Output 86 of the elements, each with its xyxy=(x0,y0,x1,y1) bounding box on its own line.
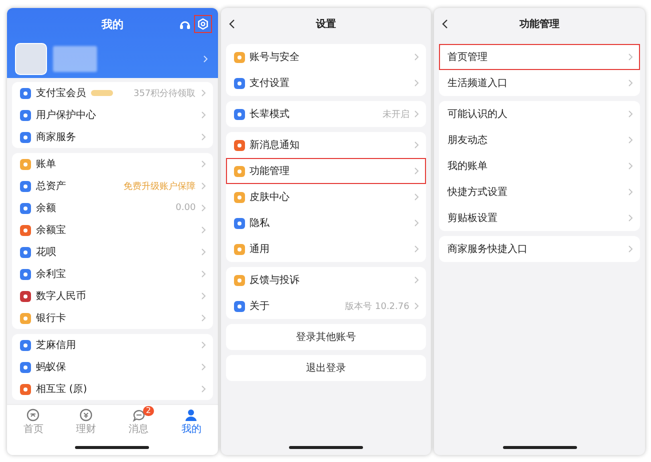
chevron-icon xyxy=(414,245,420,253)
chat-icon xyxy=(132,408,146,422)
list-item[interactable]: 长辈模式 未开启 xyxy=(226,101,426,127)
chevron-icon xyxy=(414,141,420,149)
chevron-icon xyxy=(628,53,634,61)
screen-title: 设置 xyxy=(316,18,336,31)
chevron-icon xyxy=(200,89,206,97)
list-item[interactable]: 快捷方式设置 xyxy=(439,179,640,205)
list-item[interactable]: 余额宝 xyxy=(12,219,213,241)
chevron-icon xyxy=(414,110,420,118)
chevron-icon xyxy=(200,204,206,212)
coin-icon xyxy=(79,408,93,422)
list-item[interactable]: 余利宝 xyxy=(12,263,213,285)
chevron-icon xyxy=(200,385,206,393)
list-item[interactable]: 首页管理 xyxy=(439,44,640,70)
chevron-icon xyxy=(414,193,420,201)
list-item[interactable]: 支付宝会员 357积分待领取 xyxy=(12,82,213,104)
chevron-icon xyxy=(200,314,206,322)
list-item[interactable]: 芝麻信用 xyxy=(12,334,213,356)
chevron-icon xyxy=(628,136,634,144)
chevron-icon xyxy=(414,53,420,61)
item-value: 0.00 xyxy=(176,203,196,213)
action-button[interactable]: 退出登录 xyxy=(226,355,426,381)
list-item[interactable]: 账号与安全 xyxy=(226,44,426,70)
list-item[interactable]: 关于 版本号 10.2.76 xyxy=(226,293,426,319)
chevron-icon xyxy=(200,292,206,300)
list-item[interactable]: 剪贴板设置 xyxy=(439,205,640,231)
chevron-icon xyxy=(414,302,420,310)
list-item[interactable]: 朋友动态 xyxy=(439,127,640,153)
chevron-icon xyxy=(200,111,206,119)
list-item[interactable]: 数字人民币 xyxy=(12,285,213,307)
chevron-icon xyxy=(628,162,634,170)
chevron-icon xyxy=(628,188,634,196)
list-item[interactable]: 可能认识的人 xyxy=(439,101,640,127)
list-item[interactable]: 商家服务 xyxy=(12,126,213,148)
action-button[interactable]: 登录其他账号 xyxy=(226,324,426,350)
list-item[interactable]: 账单 xyxy=(12,153,213,175)
chevron-icon xyxy=(628,110,634,118)
chevron-icon xyxy=(200,182,206,190)
chevron-icon xyxy=(628,79,634,87)
avatar-placeholder[interactable] xyxy=(15,43,47,75)
item-value: 版本号 10.2.76 xyxy=(345,300,410,312)
list-item[interactable]: 余额 0.00 xyxy=(12,197,213,219)
list-item[interactable]: 支付设置 xyxy=(226,70,426,96)
list-item[interactable]: 花呗 xyxy=(12,241,213,263)
list-item[interactable]: 皮肤中心 xyxy=(226,184,426,210)
list-item[interactable]: 通用 xyxy=(226,236,426,262)
list-item[interactable]: 用户保护中心 xyxy=(12,104,213,126)
chevron-icon xyxy=(200,226,206,234)
chevron-icon xyxy=(200,363,206,371)
item-value: 免费升级账户保障 xyxy=(124,180,196,192)
item-value: 未开启 xyxy=(382,108,410,120)
chevron-icon xyxy=(200,133,206,141)
list-item[interactable]: 生活频道入口 xyxy=(439,70,640,96)
chevron-icon xyxy=(200,341,206,349)
chevron-icon xyxy=(414,219,420,227)
chevron-icon xyxy=(200,248,206,256)
count-badge: 2 xyxy=(142,406,154,416)
tab-item[interactable]: 我的 xyxy=(165,405,218,439)
chevron-icon xyxy=(628,214,634,222)
screen-title: 功能管理 xyxy=(520,18,560,31)
settings-icon xyxy=(196,18,209,30)
list-item[interactable]: 银行卡 xyxy=(12,307,213,329)
item-value: 357积分待领取 xyxy=(133,88,196,100)
settings-button[interactable] xyxy=(194,15,212,33)
list-item[interactable]: 新消息通知 xyxy=(226,132,426,158)
list-item[interactable]: 隐私 xyxy=(226,210,426,236)
list-item[interactable]: 反馈与投诉 xyxy=(226,267,426,293)
chevron-icon xyxy=(200,160,206,168)
back-icon[interactable] xyxy=(442,19,448,29)
chevron-icon xyxy=(200,270,206,278)
person-icon xyxy=(184,408,198,422)
list-item[interactable]: 商家服务快捷入口 xyxy=(439,236,640,262)
chevron-icon xyxy=(414,167,420,175)
blurred-name xyxy=(53,46,97,72)
chevron-icon xyxy=(202,55,208,63)
chevron-icon xyxy=(628,245,634,253)
list-item[interactable]: 我的账单 xyxy=(439,153,640,179)
chevron-icon xyxy=(414,79,420,87)
chevron-icon xyxy=(414,276,420,284)
list-item[interactable]: 总资产 免费升级账户保障 xyxy=(12,175,213,197)
back-icon[interactable] xyxy=(228,19,235,29)
screen-title: 我的 xyxy=(101,16,124,32)
list-item[interactable]: 相互宝 (原) xyxy=(12,378,213,400)
list-item[interactable]: 功能管理 xyxy=(226,158,426,184)
list-item[interactable]: 蚂蚁保 xyxy=(12,356,213,378)
